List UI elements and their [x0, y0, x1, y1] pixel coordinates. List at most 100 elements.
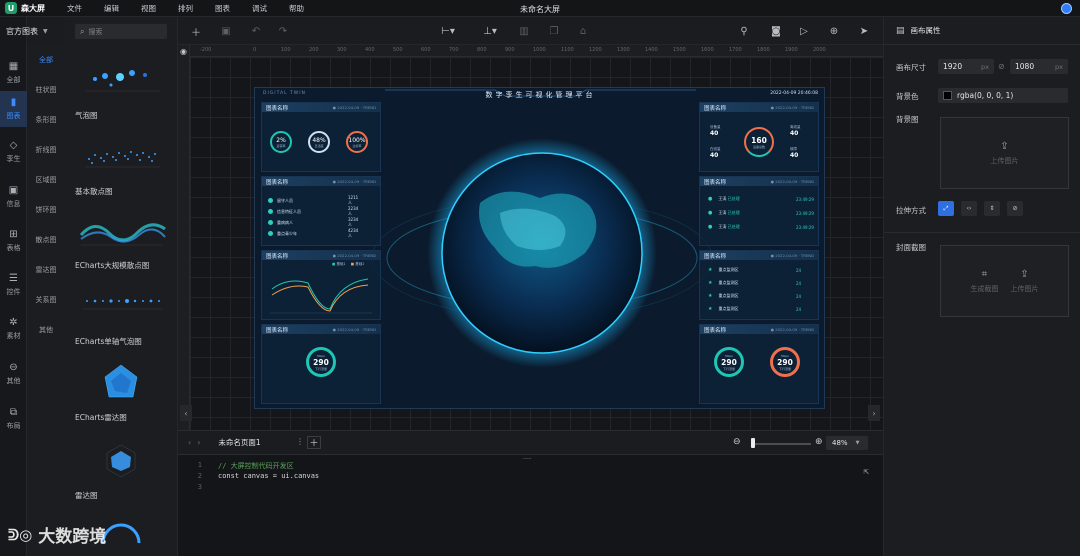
- rail-item-others[interactable]: ⊖ 其他: [0, 356, 27, 392]
- panel-gauge-left[interactable]: 图表名称 ● 2022-04-09 · TREND Mbps 290 下行流量: [261, 324, 381, 404]
- more-icon[interactable]: ⋮: [296, 437, 304, 446]
- user-icon[interactable]: ⚲: [736, 24, 752, 38]
- row-label: 信息特征人员: [277, 208, 301, 214]
- code-editor[interactable]: ┄┄ 1 // 大屏控制代码开发区 2 const canvas = ui.ca…: [178, 454, 883, 556]
- color-swatch[interactable]: [943, 91, 952, 100]
- save-icon[interactable]: ▣: [218, 24, 234, 38]
- eye-icon[interactable]: ◉: [180, 47, 187, 56]
- fill-vertical-button[interactable]: ⇕: [984, 201, 1000, 216]
- fill-none-button[interactable]: ⊘: [1007, 201, 1023, 216]
- library-selector[interactable]: 官方图表 ▼: [0, 17, 70, 45]
- rail-item-charts[interactable]: ▮ 图表: [0, 91, 27, 127]
- list-item: 重病病人 3234人: [268, 217, 358, 227]
- search-input[interactable]: ⌕ 搜索: [75, 24, 167, 39]
- chevron-right-icon[interactable]: ›: [868, 405, 880, 421]
- panel-gauges-right[interactable]: 图表名称 ● 2022-04-09 · TREND Mbps 290 下行流量 …: [699, 324, 819, 404]
- menu-debug[interactable]: 调试: [252, 3, 267, 14]
- fill-horizontal-button[interactable]: ‹›: [961, 201, 977, 216]
- size-label: 画布尺寸: [896, 63, 926, 72]
- lock-icon[interactable]: ⌂: [575, 24, 591, 38]
- tab-page-1[interactable]: 未命名页面1: [218, 437, 260, 448]
- component-card-large-scatter[interactable]: ECharts大规模散点图: [75, 207, 167, 271]
- component-card-radar[interactable]: 雷达图: [75, 437, 167, 501]
- canvas-height-input[interactable]: 1080 px: [1010, 59, 1068, 74]
- canvas-width-input[interactable]: 1920 px: [938, 59, 994, 74]
- align-dropdown-icon[interactable]: ⊢▾: [436, 24, 460, 38]
- camera-icon[interactable]: ◙: [768, 24, 784, 38]
- category-area[interactable]: 区域图: [27, 165, 65, 195]
- send-icon[interactable]: ➤: [856, 24, 872, 38]
- menu-file[interactable]: 文件: [67, 3, 82, 14]
- undo-icon[interactable]: ↶: [248, 24, 264, 38]
- add-page-button[interactable]: ＋: [307, 436, 321, 449]
- control-icon: ☰: [9, 273, 18, 284]
- panel-meta: ● 2022-04-09 · TREND: [332, 253, 376, 258]
- group-icon[interactable]: ▥: [516, 24, 532, 38]
- chevron-right-icon[interactable]: ›: [197, 438, 200, 447]
- category-scatter[interactable]: 散点图: [27, 225, 65, 255]
- chevron-left-icon[interactable]: ‹: [188, 438, 191, 447]
- zoom-select[interactable]: 48% ▼: [826, 436, 868, 450]
- publish-icon[interactable]: ⊕: [826, 24, 842, 38]
- rail-item-info[interactable]: ▣ 信息: [0, 179, 27, 215]
- rail-item-layout[interactable]: ⧉ 布局: [0, 401, 27, 437]
- fill-cover-button[interactable]: ⤢: [938, 201, 954, 216]
- generate-screenshot-button[interactable]: ⌗ 生成截图: [971, 269, 999, 294]
- zoom-out-icon[interactable]: ⊖: [733, 437, 741, 447]
- avatar[interactable]: [1061, 3, 1072, 14]
- rail-item-twin[interactable]: ◇ 孪生: [0, 134, 27, 170]
- bg-image-upload[interactable]: ⇪ 上传图片: [940, 117, 1069, 189]
- menu-view[interactable]: 视图: [141, 3, 156, 14]
- zoom-slider[interactable]: [751, 443, 811, 445]
- app-name: 森大屏: [21, 3, 45, 13]
- add-icon[interactable]: ＋: [188, 24, 204, 39]
- panel-line-chart[interactable]: 图表名称 ● 2022-04-09 · TREND ■ 基础1 ■ 基础2: [261, 250, 381, 320]
- distribute-dropdown-icon[interactable]: ⊥▾: [478, 24, 502, 38]
- cube-icon: ◇: [9, 140, 18, 151]
- panel-people[interactable]: 图表名称 ● 2022-04-09 · TREND 留守人员 1211人 信息特…: [261, 176, 381, 246]
- play-icon[interactable]: ▷: [796, 24, 812, 38]
- menu-edit[interactable]: 编辑: [104, 3, 119, 14]
- resize-handle[interactable]: ┄┄: [523, 455, 531, 463]
- dashboard-preview[interactable]: DIGITAL TWIN 数字孪生可视化管理平台 2022-04-09 20:4…: [254, 87, 825, 409]
- upload-cover-button[interactable]: ⇪ 上传图片: [1011, 269, 1039, 294]
- menu-help[interactable]: 帮助: [289, 3, 304, 14]
- category-radar[interactable]: 雷达图: [27, 255, 65, 285]
- panel-events[interactable]: 图表名称 ● 2022-04-09 · TREND ● 王涛 已处理 23:49…: [699, 176, 819, 246]
- category-relation[interactable]: 关系图: [27, 285, 65, 315]
- rail-item-table[interactable]: ⊞ 表格: [0, 223, 27, 259]
- ruler-tick: 2000: [813, 47, 826, 53]
- component-card-single-axis[interactable]: ECharts单轴气泡图: [75, 283, 167, 347]
- category-line[interactable]: 折线图: [27, 135, 65, 165]
- ring-operation: 2% 运营率: [270, 131, 292, 153]
- link-icon[interactable]: ⊘: [998, 62, 1005, 71]
- category-column[interactable]: 柱状图: [27, 75, 65, 105]
- canvas-area[interactable]: -200 0 100 200 300 400 500 600 700 800 9…: [178, 45, 883, 430]
- rail-item-all[interactable]: ▦ 全部: [0, 55, 27, 91]
- component-card-echarts-radar[interactable]: ECharts雷达图: [75, 359, 167, 423]
- redo-icon[interactable]: ↷: [275, 24, 291, 38]
- zoom-in-icon[interactable]: ⊕: [815, 437, 823, 447]
- copy-icon[interactable]: ❐: [546, 24, 562, 38]
- ring-value: 100%: [348, 136, 366, 144]
- panel-areas[interactable]: 图表名称 ● 2022-04-09 · TREND ★ 重点监测区 24 ★ 重点…: [699, 250, 819, 320]
- panel-header: 图表名称 ● 2022-04-09 · TREND: [700, 251, 818, 260]
- category-other[interactable]: 其他: [27, 315, 65, 345]
- zoom-slider-handle[interactable]: [751, 438, 755, 448]
- app-logo[interactable]: U 森大屏: [5, 2, 45, 14]
- component-card-scatter[interactable]: 基本散点图: [75, 133, 167, 197]
- panel-rings[interactable]: 图表名称 ● 2022-04-09 · TREND 2% 运营率 48% 日活度…: [261, 102, 381, 172]
- category-bar[interactable]: 条形图: [27, 105, 65, 135]
- chevron-left-icon[interactable]: ‹: [180, 405, 192, 421]
- menu-arrange[interactable]: 排列: [178, 3, 193, 14]
- category-all[interactable]: 全部: [27, 45, 65, 75]
- expand-icon[interactable]: ⇱: [864, 467, 869, 477]
- panel-meta: ● 2022-04-09 · TREND: [770, 179, 814, 184]
- rail-item-materials[interactable]: ✲ 素材: [0, 311, 27, 347]
- bg-color-input[interactable]: rgba(0, 0, 0, 1): [938, 88, 1068, 103]
- menu-chart[interactable]: 图表: [215, 3, 230, 14]
- panel-device-stats[interactable]: 图表名称 ● 2022-04-09 · TREND 设备量 40 在线量 40 离线…: [699, 102, 819, 172]
- rail-item-controls[interactable]: ☰ 控件: [0, 267, 27, 303]
- category-pie[interactable]: 饼环图: [27, 195, 65, 225]
- component-card-bubble[interactable]: 气泡图: [75, 57, 167, 121]
